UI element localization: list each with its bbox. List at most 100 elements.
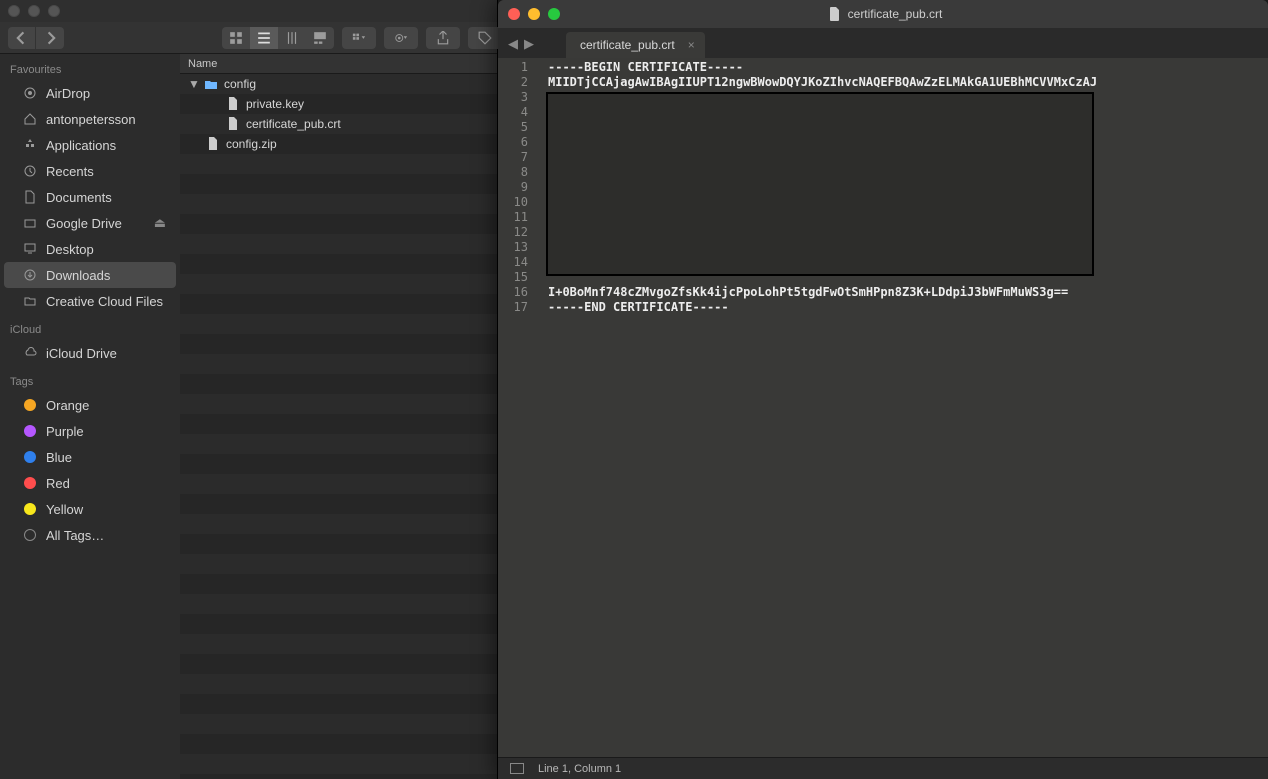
line-number: 14 [498,255,534,270]
sidebar-item-downloads[interactable]: Downloads [4,262,176,288]
code-line: I+0BoMnf748cZMvgoZfsKk4ijcPpoLohPt5tgdFw… [548,285,1268,300]
minimize-icon[interactable] [528,8,540,20]
favourites-heading: Favourites [0,54,180,80]
file-row[interactable]: certificate_pub.crt [180,114,497,134]
file-name: private.key [246,97,304,111]
sidebar-tag-yellow[interactable]: Yellow [4,496,176,522]
file-list-pane: Name ▼ config private.key certificate_pub.c… [180,54,497,779]
sidebar-item-label: Red [46,476,70,491]
editor-statusbar: Line 1, Column 1 [498,757,1268,779]
share-icon [436,31,450,45]
tag-color-icon [24,503,36,515]
view-list-button[interactable] [250,27,278,49]
line-number: 7 [498,150,534,165]
tab-history-forward-button[interactable]: ▶ [522,36,536,52]
sidebar-item-label: Applications [46,138,116,153]
line-number-gutter: 1234567891011121314151617 [498,58,534,757]
sidebar-item-label: Orange [46,398,89,413]
sidebar-item-icloud-drive[interactable]: iCloud Drive [4,340,176,366]
tab-history-back-button[interactable]: ◀ [506,36,520,52]
sidebar-item-desktop[interactable]: Desktop [4,236,176,262]
editor-titlebar: certificate_pub.crt [498,0,1268,28]
minimize-icon[interactable] [28,5,40,17]
folder-icon [204,77,218,91]
code-line [548,165,1268,180]
airdrop-icon [22,86,38,100]
sidebar-item-label: antonpetersson [46,112,136,127]
file-name: config [224,77,256,91]
line-number: 1 [498,60,534,75]
editor-tab[interactable]: certificate_pub.crt × [566,32,705,58]
panel-toggle-button[interactable] [510,763,524,774]
arrange-button[interactable] [342,27,376,49]
sidebar-item-label: Desktop [46,242,94,257]
sidebar-item-label: All Tags… [46,528,104,543]
sidebar-tag-all-tags-[interactable]: All Tags… [4,522,176,548]
disclosure-triangle-icon[interactable]: ▼ [188,77,198,91]
folder-icon [22,294,38,308]
sidebar-item-creative-cloud-files[interactable]: Creative Cloud Files [4,288,176,314]
sidebar-item-label: AirDrop [46,86,90,101]
gear-icon [394,31,408,45]
sidebar-item-antonpetersson[interactable]: antonpetersson [4,106,176,132]
tag-color-icon [24,399,36,411]
tag-color-icon [24,451,36,463]
downloads-icon [22,268,38,282]
sidebar-tag-red[interactable]: Red [4,470,176,496]
all-tags-icon [24,529,36,541]
share-button[interactable] [426,27,460,49]
sidebar-tag-purple[interactable]: Purple [4,418,176,444]
code-area[interactable]: -----BEGIN CERTIFICATE-----MIIDTjCCAjagA… [534,58,1268,757]
editor-body[interactable]: 1234567891011121314151617 -----BEGIN CER… [498,58,1268,757]
sidebar-item-airdrop[interactable]: AirDrop [4,80,176,106]
eject-icon[interactable]: ⏏ [154,215,166,231]
close-icon[interactable] [8,5,20,17]
chevron-right-icon [43,31,57,45]
sidebar-item-documents[interactable]: Documents [4,184,176,210]
tag-color-icon [24,477,36,489]
sidebar-item-google-drive[interactable]: Google Drive⏏ [4,210,176,236]
close-tab-button[interactable]: × [688,38,695,52]
code-line: MIIDTjCCAjagAwIBAgIIUPT12ngwBWowDQYJKoZI… [548,75,1268,90]
sidebar-item-recents[interactable]: Recents [4,158,176,184]
code-line [548,105,1268,120]
line-number: 4 [498,105,534,120]
code-line [548,255,1268,270]
finder-toolbar [0,22,497,54]
code-line: -----BEGIN CERTIFICATE----- [548,60,1268,75]
code-line [548,120,1268,135]
view-gallery-button[interactable] [306,27,334,49]
zoom-icon[interactable] [548,8,560,20]
code-line [548,90,1268,105]
sidebar-item-label: Documents [46,190,112,205]
editor-window: certificate_pub.crt ◀ ▶ certificate_pub.… [498,0,1268,779]
gallery-icon [313,31,327,45]
window-title: certificate_pub.crt [848,7,943,21]
sidebar-tag-orange[interactable]: Orange [4,392,176,418]
line-number: 9 [498,180,534,195]
sidebar-item-label: Yellow [46,502,83,517]
sidebar-item-label: Creative Cloud Files [46,294,163,309]
file-row[interactable]: config.zip [180,134,497,154]
zoom-icon[interactable] [48,5,60,17]
drive-icon [22,216,38,230]
grid-icon [229,31,243,45]
close-icon[interactable] [508,8,520,20]
sidebar-tag-blue[interactable]: Blue [4,444,176,470]
icloud-heading: iCloud [0,314,180,340]
view-columns-button[interactable] [278,27,306,49]
sidebar-item-applications[interactable]: Applications [4,132,176,158]
finder-sidebar: Favourites AirDrop antonpetersson Applicat… [0,54,180,779]
code-line [548,135,1268,150]
column-header-name[interactable]: Name [180,54,497,74]
action-button[interactable] [384,27,418,49]
document-icon [206,137,220,151]
forward-button[interactable] [36,27,64,49]
line-number: 17 [498,300,534,315]
tags-button[interactable] [468,27,502,49]
file-row-folder[interactable]: ▼ config [180,74,497,94]
code-line [548,210,1268,225]
view-icons-button[interactable] [222,27,250,49]
back-button[interactable] [8,27,36,49]
file-row[interactable]: private.key [180,94,497,114]
